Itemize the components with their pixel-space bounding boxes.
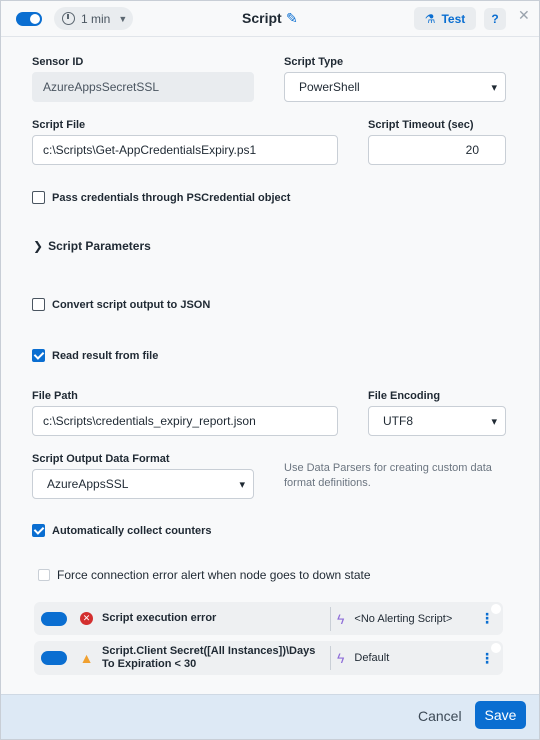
alert-name: Script.Client Secret([All Instances])\Da…	[102, 645, 316, 670]
chevron-down-icon: ▼	[118, 13, 128, 24]
alert-enabled-toggle[interactable]	[41, 651, 67, 665]
dialog-header: 1 min ▼ Script ✎ ⚗ Test ? ✕	[1, 1, 539, 37]
warning-icon: ▲	[79, 650, 94, 666]
checkbox-box-checked[interactable]	[32, 349, 45, 362]
divider	[330, 646, 331, 670]
output-format-select[interactable]: AzureAppsSSL ▾	[32, 469, 254, 499]
alert-name: Script execution error	[102, 612, 217, 624]
alert-row: ✕ Script execution error ϟ <No Alerting …	[34, 602, 503, 635]
lightning-icon: ϟ	[337, 610, 345, 627]
read-result-checkbox[interactable]: Read result from file	[32, 349, 158, 362]
script-parameters-label: Script Parameters	[48, 239, 151, 253]
test-button-label: Test	[441, 11, 466, 26]
dialog-footer: Cancel Save	[1, 694, 539, 739]
checkbox-box[interactable]	[32, 298, 45, 311]
file-path-label: File Path	[32, 390, 78, 402]
save-button[interactable]: Save	[475, 701, 526, 729]
auto-collect-label: Automatically collect counters	[52, 524, 212, 537]
help-button[interactable]: ?	[484, 8, 506, 30]
error-icon: ✕	[80, 612, 93, 625]
force-alert-checkbox[interactable]: Force connection error alert when node g…	[38, 568, 371, 582]
force-alert-label: Force connection error alert when node g…	[57, 568, 371, 582]
checkbox-box-checked[interactable]	[32, 524, 45, 537]
test-button[interactable]: ⚗ Test	[414, 7, 476, 30]
file-path-input[interactable]: c:\Scripts\credentials_expiry_report.jso…	[32, 406, 338, 436]
close-icon[interactable]: ✕	[518, 7, 530, 24]
file-encoding-value: UTF8	[383, 414, 413, 428]
convert-json-label: Convert script output to JSON	[52, 298, 211, 311]
script-dialog: 1 min ▼ Script ✎ ⚗ Test ? ✕ Sensor ID Az…	[0, 0, 540, 740]
sensor-id-field: AzureAppsSecretSSL	[32, 72, 254, 102]
chevron-down-icon: ▾	[239, 478, 245, 491]
auto-collect-checkbox[interactable]: Automatically collect counters	[32, 524, 212, 537]
divider	[330, 606, 331, 631]
edit-title-pencil-icon[interactable]: ✎	[286, 10, 298, 27]
chevron-right-icon: ❯	[33, 239, 44, 253]
chevron-down-icon: ▾	[491, 81, 497, 94]
script-file-label: Script File	[32, 119, 86, 131]
script-timeout-label: Script Timeout (sec)	[368, 119, 474, 131]
sensor-id-label: Sensor ID	[32, 56, 84, 68]
alert-script[interactable]: Default	[354, 652, 479, 664]
output-format-hint: Use Data Parsers for creating custom dat…	[284, 462, 492, 489]
pass-credentials-checkbox[interactable]: Pass credentials through PSCredential ob…	[32, 191, 290, 204]
script-type-value: PowerShell	[299, 80, 360, 94]
clock-icon	[62, 12, 75, 25]
checkbox-box[interactable]	[38, 569, 50, 581]
output-format-value: AzureAppsSSL	[47, 477, 129, 491]
chevron-down-icon: ▾	[491, 415, 497, 428]
convert-json-checkbox[interactable]: Convert script output to JSON	[32, 298, 210, 311]
flask-icon: ⚗	[424, 11, 436, 26]
script-type-select[interactable]: PowerShell ▾	[284, 72, 506, 102]
script-timeout-input[interactable]: 20	[368, 135, 506, 165]
dialog-title: Script	[242, 10, 282, 26]
interval-selector[interactable]: 1 min ▼	[54, 7, 133, 30]
script-parameters-expander[interactable]: ❯ Script Parameters	[33, 239, 151, 253]
lightning-icon: ϟ	[337, 650, 345, 666]
file-encoding-select[interactable]: UTF8 ▾	[368, 406, 506, 436]
checkbox-box[interactable]	[32, 191, 45, 204]
script-file-input[interactable]: c:\Scripts\Get-AppCredentialsExpiry.ps1	[32, 135, 338, 165]
cancel-button[interactable]: Cancel	[418, 708, 462, 724]
alert-script[interactable]: <No Alerting Script>	[354, 613, 479, 625]
file-encoding-label: File Encoding	[368, 390, 441, 402]
sensor-enabled-toggle[interactable]	[16, 12, 42, 26]
alert-enabled-toggle[interactable]	[41, 611, 67, 626]
read-result-label: Read result from file	[52, 349, 159, 362]
output-format-label: Script Output Data Format	[32, 453, 170, 465]
script-type-label: Script Type	[284, 56, 344, 68]
interval-value: 1 min	[81, 11, 111, 26]
alert-row: ▲ Script.Client Secret([All Instances])\…	[34, 641, 503, 675]
pass-credentials-label: Pass credentials through PSCredential ob…	[52, 191, 291, 204]
scrollbar[interactable]	[535, 37, 539, 694]
